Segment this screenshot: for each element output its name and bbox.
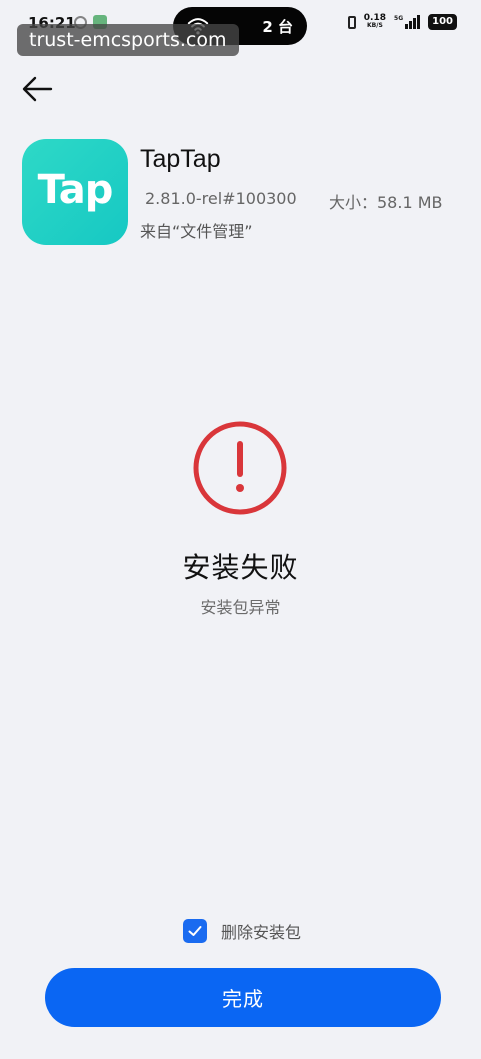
done-button[interactable]: 完成 — [45, 968, 441, 1027]
exclamation-circle-icon — [193, 421, 287, 515]
arrow-left-icon — [22, 76, 53, 102]
delete-package-label: 删除安装包 — [221, 923, 302, 942]
app-size: 大小：58.1 MB — [329, 193, 443, 212]
app-name: TapTap — [140, 145, 221, 173]
delete-package-option[interactable]: 删除安装包 — [183, 918, 301, 944]
network-speed-value: 0.18 — [363, 13, 387, 23]
app-icon-logo-text: Tap — [37, 167, 114, 213]
app-icon: Tap — [22, 139, 128, 245]
battery-icon: 100 — [428, 14, 457, 30]
island-device-count: 2 台 — [262, 18, 293, 36]
network-type: 5G — [394, 15, 404, 22]
watermark-url: trust-emcsports.com — [17, 24, 239, 56]
app-version: 2.81.0-rel#100300 — [145, 189, 297, 208]
vibrate-icon — [347, 15, 356, 29]
back-button[interactable] — [20, 72, 56, 106]
status-right-group: 0.18 KB/S 5G 100 — [347, 14, 457, 30]
checkmark-icon — [188, 926, 202, 936]
install-result-title: 安装失败 — [182, 551, 299, 584]
app-source: 来自“文件管理” — [140, 222, 253, 241]
network-speed-unit: KB/S — [367, 22, 383, 29]
install-failure-reason: 安装包异常 — [200, 598, 281, 617]
delete-package-checkbox[interactable] — [183, 919, 207, 943]
cellular-signal-icon: 5G — [394, 15, 421, 29]
network-speed: 0.18 KB/S — [364, 14, 386, 30]
